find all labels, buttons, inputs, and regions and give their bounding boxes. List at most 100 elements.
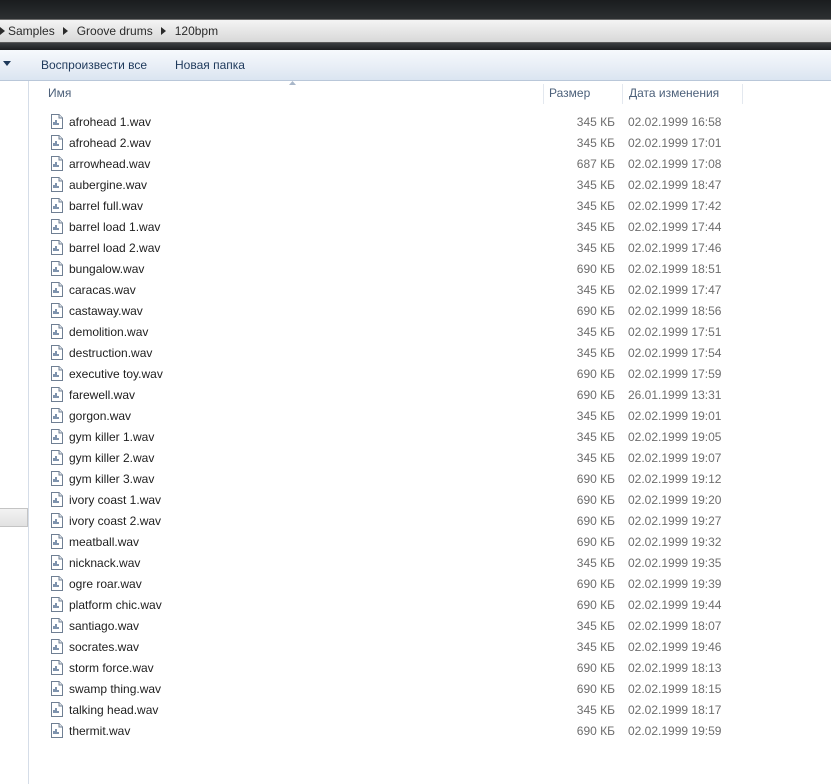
wav-audio-file-icon bbox=[51, 261, 63, 276]
file-date-modified: 02.02.1999 19:27 bbox=[628, 514, 722, 528]
wav-audio-file-icon bbox=[51, 408, 63, 423]
wav-audio-file-icon bbox=[51, 156, 63, 171]
file-name: executive toy.wav bbox=[69, 367, 163, 381]
navigation-pane[interactable] bbox=[0, 81, 29, 784]
wav-audio-file-icon bbox=[51, 534, 63, 549]
chevron-right-icon[interactable] bbox=[155, 20, 173, 42]
file-date-modified: 02.02.1999 19:39 bbox=[628, 577, 722, 591]
breadcrumb: Samples Groove drums 120bpm bbox=[0, 20, 220, 42]
file-row[interactable]: gym killer 1.wav 345 КБ 02.02.1999 19:05 bbox=[30, 427, 831, 448]
file-date-modified: 02.02.1999 19:32 bbox=[628, 535, 722, 549]
file-row[interactable]: socrates.wav 345 КБ 02.02.1999 19:46 bbox=[30, 637, 831, 658]
wav-audio-file-icon bbox=[51, 555, 63, 570]
navigation-pane-selected-item[interactable] bbox=[0, 508, 28, 527]
file-row[interactable]: meatball.wav 690 КБ 02.02.1999 19:32 bbox=[30, 532, 831, 553]
command-bar: Воспроизвести все Новая папка bbox=[0, 50, 831, 81]
file-name: swamp thing.wav bbox=[69, 682, 162, 696]
file-row[interactable]: barrel full.wav 345 КБ 02.02.1999 17:42 bbox=[30, 196, 831, 217]
file-row[interactable]: afrohead 2.wav 345 КБ 02.02.1999 17:01 bbox=[30, 133, 831, 154]
column-header-size[interactable]: Размер bbox=[549, 81, 590, 106]
file-name: barrel load 2.wav bbox=[69, 241, 161, 255]
play-all-button[interactable]: Воспроизвести все bbox=[41, 57, 147, 73]
file-row[interactable]: aubergine.wav 345 КБ 02.02.1999 18:47 bbox=[30, 175, 831, 196]
file-row[interactable]: barrel load 2.wav 345 КБ 02.02.1999 17:46 bbox=[30, 238, 831, 259]
file-size: 345 КБ bbox=[576, 136, 615, 150]
column-divider[interactable] bbox=[622, 84, 623, 104]
wav-audio-file-icon bbox=[51, 660, 63, 675]
file-row[interactable]: gorgon.wav 345 КБ 02.02.1999 19:01 bbox=[30, 406, 831, 427]
file-row[interactable]: thermit.wav 690 КБ 02.02.1999 19:59 bbox=[30, 721, 831, 742]
file-size: 345 КБ bbox=[576, 703, 615, 717]
file-date-modified: 02.02.1999 17:44 bbox=[628, 220, 722, 234]
address-bar[interactable]: Samples Groove drums 120bpm bbox=[0, 19, 831, 43]
file-size: 690 КБ bbox=[576, 367, 615, 381]
file-date-modified: 02.02.1999 17:01 bbox=[628, 136, 722, 150]
wav-audio-file-icon bbox=[51, 366, 63, 381]
column-header-name[interactable]: Имя bbox=[48, 81, 71, 106]
file-row[interactable]: barrel load 1.wav 345 КБ 02.02.1999 17:44 bbox=[30, 217, 831, 238]
file-name: farewell.wav bbox=[69, 388, 136, 402]
file-size: 687 КБ bbox=[576, 157, 615, 171]
file-size: 345 КБ bbox=[576, 115, 615, 129]
file-row[interactable]: ivory coast 1.wav 690 КБ 02.02.1999 19:20 bbox=[30, 490, 831, 511]
column-header-date[interactable]: Дата изменения bbox=[629, 81, 719, 106]
file-size: 345 КБ bbox=[576, 220, 615, 234]
file-row[interactable]: swamp thing.wav 690 КБ 02.02.1999 18:15 bbox=[30, 679, 831, 700]
file-date-modified: 02.02.1999 16:58 bbox=[628, 115, 722, 129]
file-row[interactable]: gym killer 2.wav 345 КБ 02.02.1999 19:07 bbox=[30, 448, 831, 469]
file-size: 345 КБ bbox=[576, 199, 615, 213]
file-size: 345 КБ bbox=[576, 619, 615, 633]
file-name: bungalow.wav bbox=[69, 262, 145, 276]
file-row[interactable]: nicknack.wav 345 КБ 02.02.1999 19:35 bbox=[30, 553, 831, 574]
wav-audio-file-icon bbox=[51, 303, 63, 318]
file-row[interactable]: farewell.wav 690 КБ 26.01.1999 13:31 bbox=[30, 385, 831, 406]
file-name: ivory coast 2.wav bbox=[69, 514, 162, 528]
file-size: 690 КБ bbox=[576, 682, 615, 696]
file-name: storm force.wav bbox=[69, 661, 154, 675]
file-date-modified: 02.02.1999 18:47 bbox=[628, 178, 722, 192]
file-row[interactable]: talking head.wav 345 КБ 02.02.1999 18:17 bbox=[30, 700, 831, 721]
file-size: 690 КБ bbox=[576, 724, 615, 738]
file-size: 345 КБ bbox=[576, 556, 615, 570]
file-date-modified: 02.02.1999 18:17 bbox=[628, 703, 722, 717]
file-size: 690 КБ bbox=[576, 577, 615, 591]
breadcrumb-item-groove-drums[interactable]: Groove drums bbox=[75, 20, 155, 42]
dropdown-arrow-icon[interactable] bbox=[3, 61, 11, 66]
breadcrumb-item-samples[interactable]: Samples bbox=[6, 20, 57, 42]
file-row[interactable]: arrowhead.wav 687 КБ 02.02.1999 17:08 bbox=[30, 154, 831, 175]
file-row[interactable]: ogre roar.wav 690 КБ 02.02.1999 19:39 bbox=[30, 574, 831, 595]
file-date-modified: 02.02.1999 18:51 bbox=[628, 262, 722, 276]
wav-audio-file-icon bbox=[51, 429, 63, 444]
file-date-modified: 02.02.1999 19:44 bbox=[628, 598, 722, 612]
wav-audio-file-icon bbox=[51, 114, 63, 129]
file-row[interactable]: gym killer 3.wav 690 КБ 02.02.1999 19:12 bbox=[30, 469, 831, 490]
file-row[interactable]: storm force.wav 690 КБ 02.02.1999 18:13 bbox=[30, 658, 831, 679]
file-row[interactable]: castaway.wav 690 КБ 02.02.1999 18:56 bbox=[30, 301, 831, 322]
file-row[interactable]: demolition.wav 345 КБ 02.02.1999 17:51 bbox=[30, 322, 831, 343]
file-row[interactable]: ivory coast 2.wav 690 КБ 02.02.1999 19:27 bbox=[30, 511, 831, 532]
file-name: platform chic.wav bbox=[69, 598, 162, 612]
file-row[interactable]: executive toy.wav 690 КБ 02.02.1999 17:59 bbox=[30, 364, 831, 385]
file-date-modified: 02.02.1999 18:15 bbox=[628, 682, 722, 696]
file-row[interactable]: bungalow.wav 690 КБ 02.02.1999 18:51 bbox=[30, 259, 831, 280]
file-row[interactable]: destruction.wav 345 КБ 02.02.1999 17:54 bbox=[30, 343, 831, 364]
file-date-modified: 02.02.1999 19:20 bbox=[628, 493, 722, 507]
file-name: destruction.wav bbox=[69, 346, 153, 360]
file-size: 690 КБ bbox=[576, 514, 615, 528]
file-name: caracas.wav bbox=[69, 283, 136, 297]
file-row[interactable]: santiago.wav 345 КБ 02.02.1999 18:07 bbox=[30, 616, 831, 637]
breadcrumb-item-120bpm[interactable]: 120bpm bbox=[173, 20, 220, 42]
file-row[interactable]: platform chic.wav 690 КБ 02.02.1999 19:44 bbox=[30, 595, 831, 616]
column-divider[interactable] bbox=[543, 84, 544, 104]
column-divider[interactable] bbox=[742, 84, 743, 104]
file-row[interactable]: afrohead 1.wav 345 КБ 02.02.1999 16:58 bbox=[30, 112, 831, 133]
file-row[interactable]: caracas.wav 345 КБ 02.02.1999 17:47 bbox=[30, 280, 831, 301]
column-headers: Имя Размер Дата изменения bbox=[30, 81, 831, 106]
file-date-modified: 02.02.1999 19:59 bbox=[628, 724, 722, 738]
file-size: 690 КБ bbox=[576, 388, 615, 402]
wav-audio-file-icon bbox=[51, 513, 63, 528]
new-folder-button[interactable]: Новая папка bbox=[175, 57, 245, 73]
chevron-right-icon[interactable] bbox=[57, 20, 75, 42]
wav-audio-file-icon bbox=[51, 702, 63, 717]
file-date-modified: 26.01.1999 13:31 bbox=[628, 388, 722, 402]
